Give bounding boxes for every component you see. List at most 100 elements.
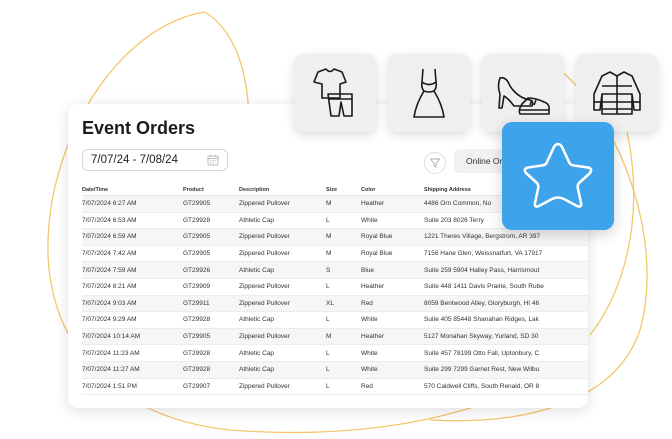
cell-color: Red bbox=[361, 382, 373, 390]
cell-color: White bbox=[361, 216, 378, 224]
cell-shipping-address: 7156 Hane Glen, Weissnatfurt, VA 17917 bbox=[424, 250, 543, 258]
cell-shipping-address: 1221 Theres Village, Bergstrom, AR 397 bbox=[424, 228, 588, 246]
cell-color: Heather bbox=[361, 195, 424, 213]
column-header-datetime[interactable]: Date/Time bbox=[82, 184, 183, 196]
cell-size: M bbox=[326, 328, 361, 345]
cell-shipping-address: Suite 457 78199 Otto Fall, Uptonbury, C bbox=[424, 349, 540, 357]
cell-shipping-address: 8059 Bentwood Alley, Gloryburgh, HI 46 bbox=[424, 295, 588, 312]
cell-color: White bbox=[361, 361, 424, 379]
cell-color: Red bbox=[361, 295, 424, 312]
cell-datetime: 7/07/2024 11:23 AM bbox=[82, 349, 140, 357]
cell-product: GT29926 bbox=[183, 261, 239, 279]
cell-size: M bbox=[326, 228, 361, 246]
cell-size: S bbox=[326, 261, 361, 279]
cell-shipping-address: Suite 448 1411 Davis Prairie, South Rube bbox=[424, 283, 544, 291]
cell-description: Zippered Pullover bbox=[239, 250, 290, 258]
puffer-jacket-icon bbox=[593, 71, 641, 115]
cell-size: L bbox=[326, 382, 330, 390]
cell-shipping-address: Suite 259 5904 Halley Pass, Harrismout bbox=[424, 261, 588, 279]
favorite-star-tile[interactable] bbox=[502, 122, 614, 230]
cell-datetime: 7/07/2024 1:51 PM bbox=[82, 382, 137, 390]
page-title: Event Orders bbox=[82, 118, 196, 138]
cell-product: GT29928 bbox=[183, 316, 211, 324]
filter-button[interactable] bbox=[424, 152, 446, 174]
cell-description: Zippered Pullover bbox=[239, 382, 290, 390]
table-row[interactable]: 7/07/2024 10:14 AM GT29905 Zippered Pullov… bbox=[82, 328, 588, 345]
outfit-tile[interactable] bbox=[294, 54, 376, 132]
table-row[interactable]: 7/07/2024 1:51 PM GT29907 Zippered Pullove… bbox=[82, 378, 588, 395]
cell-size: L bbox=[326, 216, 330, 224]
shoes-icon bbox=[497, 76, 550, 115]
cell-product: GT29905 bbox=[183, 195, 239, 213]
puffer-jacket-tile[interactable] bbox=[576, 54, 658, 132]
cell-product: GT29911 bbox=[183, 295, 239, 312]
cell-description: Zippered Pullover bbox=[239, 295, 326, 312]
cell-description: Athletic Cap bbox=[239, 361, 326, 379]
table-row[interactable]: 7/07/2024 11:27 AM GT29928 Athletic Cap L Wh… bbox=[82, 361, 588, 379]
cell-shipping-address: Suite 405 85448 Shanahan Ridges, Lak bbox=[424, 316, 539, 324]
cell-datetime: 7/07/2024 6:59 AM bbox=[82, 228, 183, 246]
cell-datetime: 7/07/2024 9:03 AM bbox=[82, 295, 183, 312]
cell-color: Royal Blue bbox=[361, 228, 424, 246]
cell-color: Royal Blue bbox=[361, 250, 393, 258]
cell-product: GT29928 bbox=[183, 361, 239, 379]
cell-color: White bbox=[361, 349, 378, 357]
cell-size: L bbox=[326, 316, 330, 324]
calendar-icon[interactable] bbox=[207, 154, 219, 166]
filter-icon bbox=[429, 158, 441, 168]
cell-size: L bbox=[326, 283, 330, 291]
column-header-product[interactable]: Product bbox=[183, 184, 239, 196]
cell-datetime: 7/07/2024 10:14 AM bbox=[82, 328, 183, 345]
cell-description: Zippered Pullover bbox=[239, 228, 326, 246]
cell-color: Heather bbox=[361, 283, 385, 291]
table-row[interactable]: 7/07/2024 7:59 AM GT29926 Athletic Cap S Blu… bbox=[82, 261, 588, 279]
dress-icon bbox=[413, 68, 445, 118]
cell-size: L bbox=[326, 349, 330, 357]
cell-color: White bbox=[361, 316, 378, 324]
cell-description: Athletic Cap bbox=[239, 316, 275, 324]
cell-product: GT29907 bbox=[183, 382, 211, 390]
table-row[interactable]: 7/07/2024 6:59 AM GT29905 Zippered Pullove… bbox=[82, 228, 588, 246]
cell-datetime: 7/07/2024 9:29 AM bbox=[82, 316, 137, 324]
table-row[interactable]: 7/07/2024 9:03 AM GT29911 Zippered Pullove… bbox=[82, 295, 588, 312]
cell-description: Athletic Cap bbox=[239, 349, 275, 357]
table-row[interactable]: 7/07/2024 7:42 AM GT29905 Zippered Pullove… bbox=[82, 245, 588, 262]
cell-product: GT29905 bbox=[183, 228, 239, 246]
cell-description: Zippered Pullover bbox=[239, 195, 326, 213]
column-header-size[interactable]: Size bbox=[326, 184, 361, 196]
cell-datetime: 7/07/2024 11:27 AM bbox=[82, 361, 183, 379]
cell-datetime: 7/07/2024 6:53 AM bbox=[82, 216, 137, 224]
date-range-input[interactable]: 7/07/24 - 7/08/24 bbox=[82, 149, 228, 171]
cell-datetime: 7/07/2024 6:27 AM bbox=[82, 195, 183, 213]
cell-datetime: 7/07/2024 8:21 AM bbox=[82, 283, 137, 291]
cell-shipping-address: 5127 Monahan Skyway, Yurland, SD 30 bbox=[424, 328, 588, 345]
cell-size: M bbox=[326, 195, 361, 213]
table-row[interactable]: 7/07/2024 8:21 AM GT29909 Zippered Pullove… bbox=[82, 278, 588, 296]
cell-description: Zippered Pullover bbox=[239, 283, 290, 291]
outfit-icon bbox=[313, 68, 353, 117]
cell-shipping-address: Suite 299 7299 Garnet Rest, New Wilbu bbox=[424, 361, 588, 379]
cell-product: GT29905 bbox=[183, 250, 211, 258]
column-header-color[interactable]: Color bbox=[361, 184, 424, 196]
cell-size: L bbox=[326, 361, 361, 379]
table-row[interactable]: 7/07/2024 11:23 AM GT29928 Athletic Cap L Wh… bbox=[82, 345, 588, 362]
table-row[interactable]: 7/07/2024 9:29 AM GT29928 Athletic Cap L Whi… bbox=[82, 312, 588, 329]
cell-color: Heather bbox=[361, 328, 424, 345]
cell-product: GT29909 bbox=[183, 283, 211, 291]
cell-size: M bbox=[326, 250, 332, 258]
cell-description: Athletic Cap bbox=[239, 261, 326, 279]
shoes-tile[interactable] bbox=[482, 54, 564, 132]
cell-color: Blue bbox=[361, 261, 424, 279]
star-icon bbox=[523, 142, 593, 208]
cell-product: GT29928 bbox=[183, 349, 211, 357]
cell-product: GT29928 bbox=[183, 216, 211, 224]
cell-description: Zippered Pullover bbox=[239, 328, 326, 345]
cell-shipping-address: 570 Caldwell Cliffs, South Renald, OR 8 bbox=[424, 382, 540, 390]
cell-description: Athletic Cap bbox=[239, 216, 275, 224]
date-range-value: 7/07/24 - 7/08/24 bbox=[91, 154, 178, 166]
cell-product: GT29905 bbox=[183, 328, 239, 345]
column-header-description[interactable]: Description bbox=[239, 184, 326, 196]
cell-datetime: 7/07/2024 7:59 AM bbox=[82, 261, 183, 279]
cell-datetime: 7/07/2024 7:42 AM bbox=[82, 250, 137, 258]
dress-tile[interactable] bbox=[388, 54, 470, 132]
